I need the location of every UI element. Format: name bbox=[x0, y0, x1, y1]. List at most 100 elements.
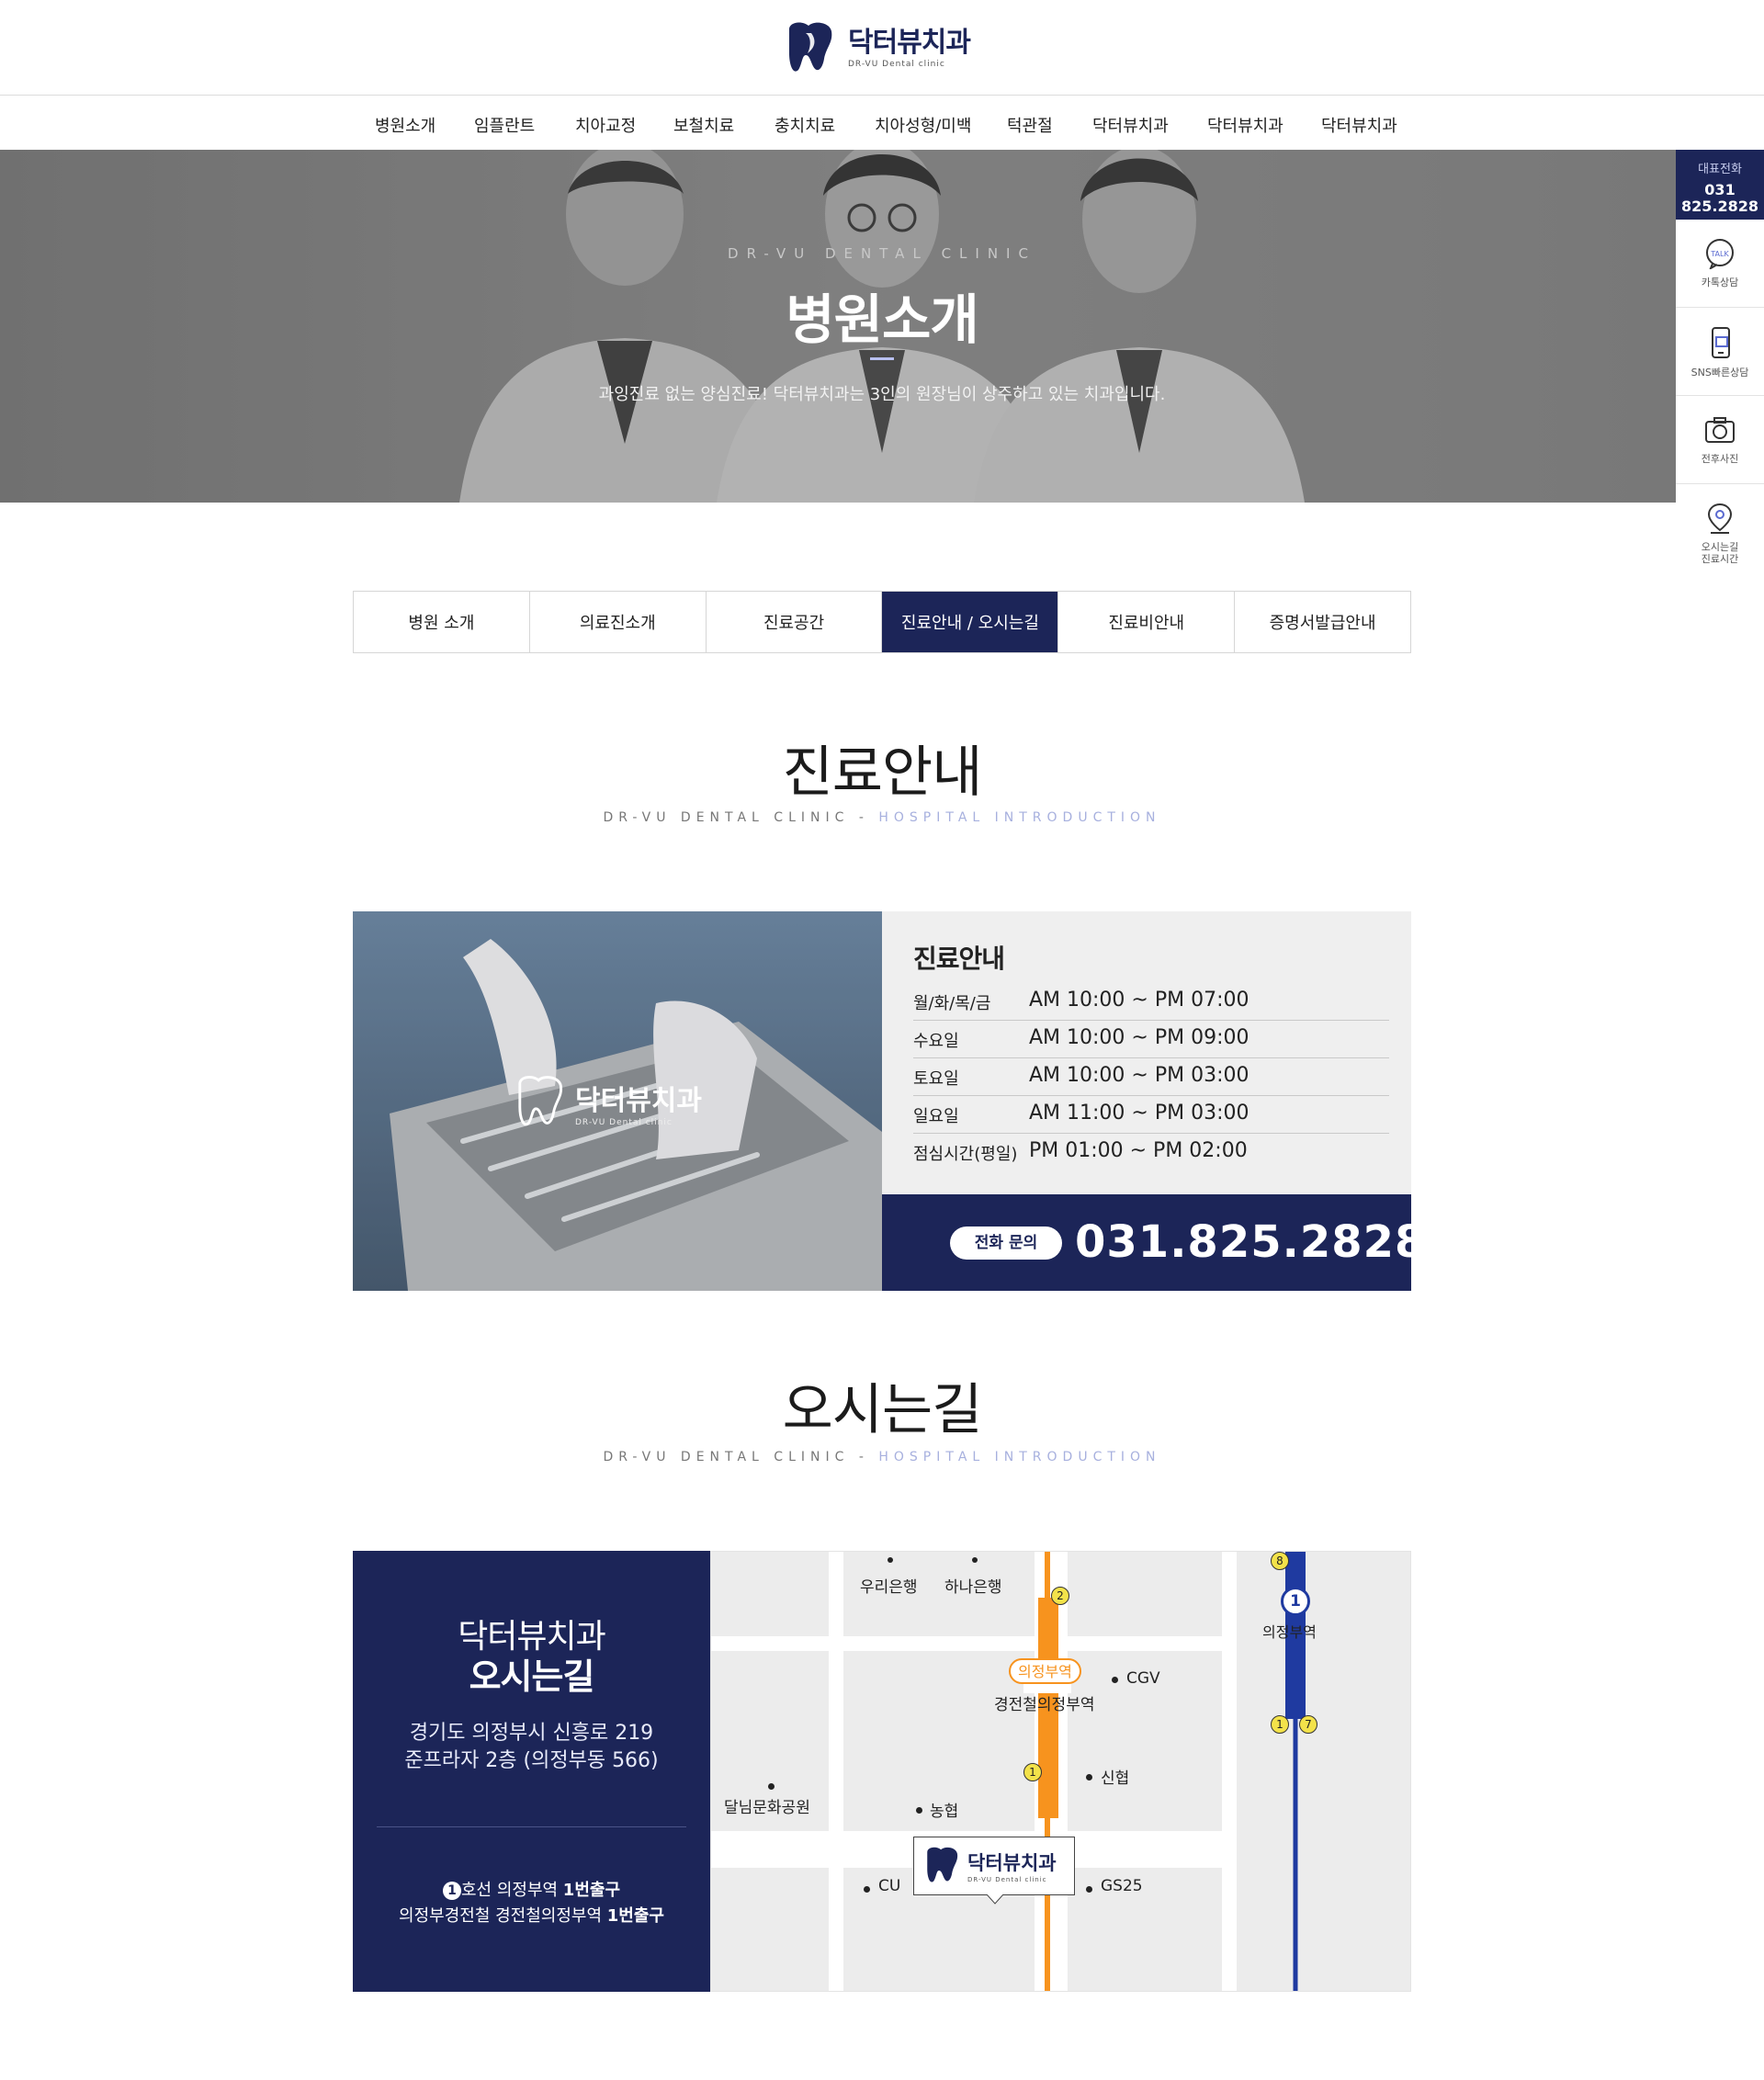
nav-item-drvu-1[interactable]: 닥터뷰치과 bbox=[1092, 113, 1169, 137]
quick-kakaotalk-label: 카톡상담 bbox=[1701, 277, 1739, 288]
hours-row: 월/화/목/금 AM 10:00 ~ PM 07:00 bbox=[913, 983, 1389, 1021]
tab-doctors[interactable]: 의료진소개 bbox=[529, 592, 707, 652]
quick-phone-line1: 031 bbox=[1704, 181, 1736, 198]
hours-day: 월/화/목/금 bbox=[913, 994, 991, 1013]
dental-tools-photo: 닥터뷰치과 DR-VU Dental clinic bbox=[353, 911, 882, 1291]
hours-panel-title: 진료안내 bbox=[913, 944, 1005, 974]
watermark-title: 닥터뷰치과 bbox=[575, 1085, 702, 1117]
exit-marker: 1 bbox=[1271, 1715, 1289, 1734]
tab-hours-directions[interactable]: 진료안내 / 오시는길 bbox=[882, 592, 1059, 652]
lrt-station-badge: 의정부역 bbox=[1009, 1658, 1081, 1684]
quick-kakaotalk[interactable]: TALK 카톡상담 bbox=[1676, 220, 1764, 308]
exit1-bold: 1번출구 bbox=[562, 1881, 621, 1900]
quick-photos[interactable]: 전후사진 bbox=[1676, 396, 1764, 484]
poi-woori-bank: 우리은행 bbox=[860, 1578, 918, 1597]
poi-dot bbox=[1112, 1677, 1118, 1683]
location-map[interactable]: 우리은행 하나은행 CGV 의정부역 경전철의정부역 신협 달님문화공원 농협 … bbox=[710, 1551, 1411, 1992]
quick-sns-label: SNS빠른상담 bbox=[1690, 367, 1749, 379]
photo-watermark-logo: 닥터뷰치과 DR-VU Dental clinic bbox=[514, 1075, 702, 1130]
hours-panel: 진료안내 월/화/목/금 AM 10:00 ~ PM 07:00 수요일 AM … bbox=[882, 911, 1411, 1194]
lrt-station-label: 경전철의정부역 bbox=[994, 1696, 1095, 1714]
exit-marker: 2 bbox=[1051, 1587, 1069, 1605]
line1-station-label: 의정부역 bbox=[1262, 1623, 1317, 1641]
poi-hana-bank: 하나은행 bbox=[944, 1578, 1002, 1597]
call-number[interactable]: 031.825.2828 bbox=[1075, 1216, 1426, 1268]
tab-about[interactable]: 병원 소개 bbox=[354, 592, 530, 652]
hours-time: AM 11:00 ~ PM 03:00 bbox=[1029, 1102, 1250, 1125]
directions-divider bbox=[377, 1826, 686, 1827]
hours-row: 점심시간(평일) PM 01:00 ~ PM 02:00 bbox=[913, 1134, 1389, 1171]
directions-address: 경기도 의정부시 신흥로 219 준프라자 2층 (의정부동 566) bbox=[353, 1720, 710, 1775]
hours-row: 토요일 AM 10:00 ~ PM 03:00 bbox=[913, 1058, 1389, 1096]
address-line-2: 준프라자 2층 (의정부동 566) bbox=[404, 1749, 659, 1772]
map-pin-icon bbox=[1707, 503, 1733, 534]
quick-phone[interactable]: 대표전화 031 825.2828 bbox=[1676, 150, 1764, 220]
hours-day: 점심시간(평일) bbox=[913, 1145, 1018, 1164]
marker-title: 닥터뷰치과 bbox=[967, 1852, 1057, 1874]
quick-sns[interactable]: SNS빠른상담 bbox=[1676, 308, 1764, 396]
quick-hours-label: 진료시간 bbox=[1701, 553, 1739, 565]
nav-item-drvu-3[interactable]: 닥터뷰치과 bbox=[1321, 113, 1397, 137]
hours-time: AM 10:00 ~ PM 09:00 bbox=[1029, 1026, 1250, 1049]
hours-time: AM 10:00 ~ PM 07:00 bbox=[1029, 989, 1250, 1012]
directions-exits: 1 호선 의정부역 1번출구 의정부경전철 경전철의정부역 1번출구 bbox=[353, 1878, 710, 1929]
exit2-bold: 1번출구 bbox=[606, 1906, 664, 1926]
hours-day: 수요일 bbox=[913, 1032, 959, 1051]
nav-item-tmj[interactable]: 턱관절 bbox=[1007, 113, 1053, 137]
poi-dot bbox=[864, 1886, 870, 1893]
poi-nonghyup: 농협 bbox=[930, 1803, 959, 1821]
exit2-text: 의정부경전철 경전철의정부역 bbox=[399, 1906, 607, 1926]
marker-subtitle: DR-VU Dental clinic bbox=[967, 1876, 1047, 1883]
poi-gs25: GS25 bbox=[1101, 1877, 1143, 1895]
hours-day: 토요일 bbox=[913, 1069, 959, 1089]
hours-row: 수요일 AM 10:00 ~ PM 09:00 bbox=[913, 1021, 1389, 1058]
svg-text:TALK: TALK bbox=[1710, 250, 1729, 258]
clinic-map-marker[interactable]: 닥터뷰치과 DR-VU Dental clinic bbox=[913, 1837, 1075, 1895]
tab-fees[interactable]: 진료비안내 bbox=[1058, 592, 1236, 652]
tab-certificates[interactable]: 증명서발급안내 bbox=[1235, 592, 1410, 652]
hours-section-title: 진료안내 bbox=[782, 740, 983, 805]
directions-heading: 오시는길 bbox=[469, 1656, 595, 1697]
exit-marker: 7 bbox=[1299, 1715, 1317, 1734]
poi-cgv: CGV bbox=[1126, 1669, 1160, 1688]
nav-item-orthodontics[interactable]: 치아교정 bbox=[575, 113, 636, 137]
nav-item-about[interactable]: 병원소개 bbox=[375, 113, 435, 137]
logo-title: 닥터뷰치과 bbox=[848, 27, 971, 59]
directions-subtitle-left: DR-VU DENTAL CLINIC - bbox=[603, 1450, 879, 1464]
logo-subtitle: DR-VU Dental clinic bbox=[848, 60, 945, 69]
address-line-1: 경기도 의정부시 신흥로 219 bbox=[409, 1722, 654, 1745]
directions-section-subtitle: DR-VU DENTAL CLINIC - HOSPITAL INTRODUCT… bbox=[0, 1450, 1764, 1464]
exit-marker: 8 bbox=[1271, 1552, 1289, 1570]
quick-phone-label: 대표전화 bbox=[1698, 163, 1742, 176]
hours-time: PM 01:00 ~ PM 02:00 bbox=[1029, 1139, 1248, 1162]
nav-item-whitening[interactable]: 치아성형/미백 bbox=[875, 113, 971, 137]
watermark-subtitle: DR-VU Dental clinic bbox=[575, 1118, 673, 1127]
hours-section-subtitle: DR-VU DENTAL CLINIC - HOSPITAL INTRODUCT… bbox=[0, 810, 1764, 825]
poi-dot bbox=[1086, 1886, 1092, 1893]
kakaotalk-icon: TALK bbox=[1706, 239, 1734, 271]
hero-title: 병원소개 bbox=[786, 288, 978, 351]
line1-badge: 1 bbox=[442, 1882, 461, 1900]
hours-subtitle-left: DR-VU DENTAL CLINIC - bbox=[603, 810, 879, 825]
map-canvas bbox=[711, 1552, 1410, 1991]
camera-icon bbox=[1705, 417, 1735, 443]
mobile-icon bbox=[1712, 327, 1730, 358]
nav-item-drvu-2[interactable]: 닥터뷰치과 bbox=[1207, 113, 1283, 137]
marker-pointer-icon bbox=[987, 1894, 1003, 1905]
poi-dot bbox=[1086, 1774, 1092, 1780]
hours-subtitle-right: HOSPITAL INTRODUCTION bbox=[878, 810, 1161, 825]
site-logo[interactable]: 닥터뷰치과 DR-VU Dental clinic bbox=[784, 18, 986, 79]
hero-banner: DR-VU DENTAL CLINIC 병원소개 과잉진료 없는 양심진료! 닥… bbox=[0, 150, 1676, 503]
line1-station-marker: 1 bbox=[1281, 1587, 1310, 1616]
poi-dot bbox=[916, 1807, 922, 1814]
nav-item-implant[interactable]: 임플란트 bbox=[474, 113, 535, 137]
exit-marker: 1 bbox=[1023, 1763, 1042, 1781]
quick-location[interactable]: 오시는길 진료시간 bbox=[1676, 484, 1764, 572]
tooth-marker-icon bbox=[927, 1847, 958, 1882]
call-bar[interactable]: 전화 문의 031.825.2828 bbox=[882, 1194, 1425, 1291]
directions-section-title: 오시는길 bbox=[782, 1378, 983, 1442]
quick-menu: 대표전화 031 825.2828 TALK 카톡상담 SNS빠른상담 전후사진 bbox=[1676, 150, 1764, 572]
tab-facilities[interactable]: 진료공간 bbox=[706, 592, 883, 652]
nav-item-prosthetics[interactable]: 보철치료 bbox=[673, 113, 734, 137]
nav-item-cavity[interactable]: 충치치료 bbox=[775, 113, 835, 137]
